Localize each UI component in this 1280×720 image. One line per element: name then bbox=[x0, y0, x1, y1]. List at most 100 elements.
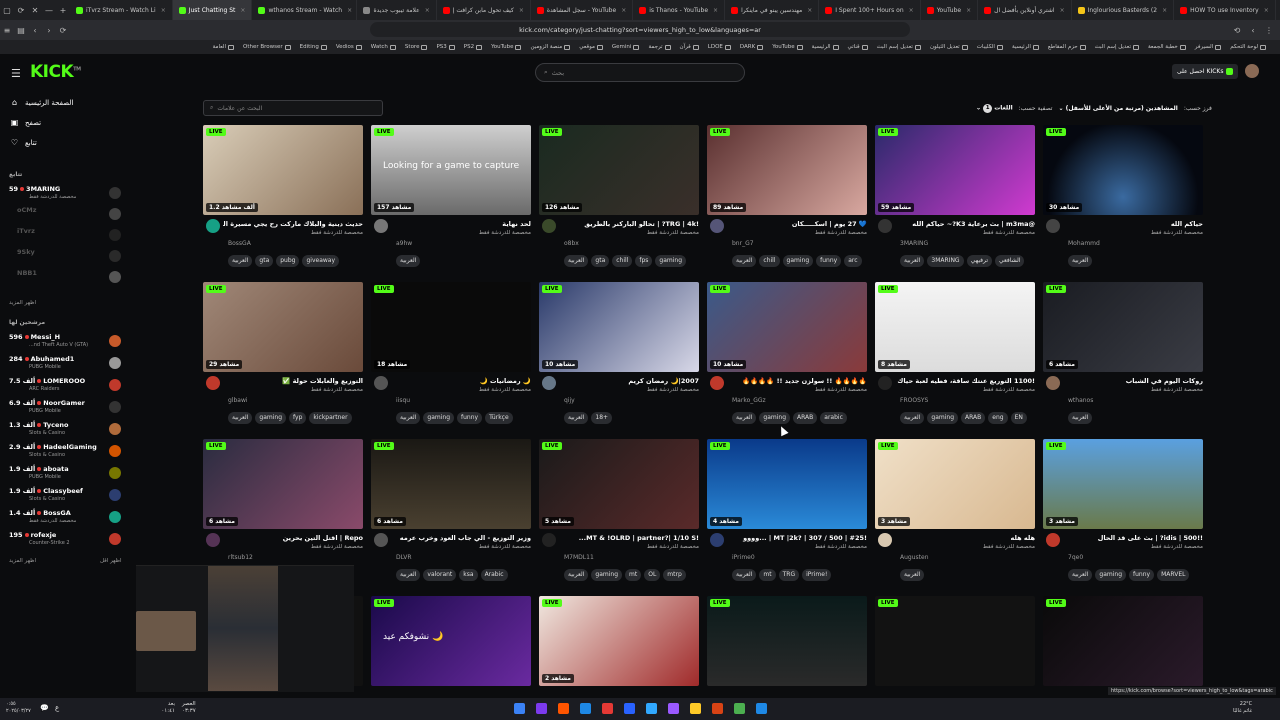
tag-chip[interactable]: العربية bbox=[396, 412, 421, 424]
stream-thumbnail[interactable]: LIVE 10 مشاهد bbox=[707, 282, 867, 372]
stream-thumbnail[interactable]: LIVE 29 مشاهد bbox=[203, 282, 363, 372]
stream-card[interactable]: LIVE 18 مشاهد 🌙 رمضانيات 🌙 مخصصة للدردشة فق… bbox=[371, 282, 531, 432]
bookmark-item[interactable]: خطبة الجمعة bbox=[1148, 44, 1186, 50]
streamer-avatar[interactable] bbox=[374, 219, 388, 233]
tag-chip[interactable]: gta bbox=[255, 255, 274, 267]
tab-close-icon[interactable]: × bbox=[1162, 7, 1167, 14]
sidebar-channel[interactable]: 284 Abuhamed1 PUBG Mobile bbox=[9, 355, 121, 375]
bookmark-item[interactable]: حزم المقاطع bbox=[1048, 44, 1086, 50]
streamer-avatar[interactable] bbox=[710, 533, 724, 547]
stream-thumbnail[interactable]: LIVE bbox=[707, 596, 867, 686]
browser-tab[interactable]: مهندسين يبنو في ماينكرا × bbox=[725, 0, 820, 20]
tag-chip[interactable]: TRG bbox=[778, 569, 800, 581]
taskbar-app-icon[interactable] bbox=[756, 703, 767, 714]
stream-card[interactable]: LIVE 126 مشاهد !TRG | 4k? | تحالو الباركنر… bbox=[539, 125, 699, 275]
get-kicks-button[interactable]: احصل على KICKs bbox=[1172, 64, 1239, 79]
tag-chip[interactable]: 18+ bbox=[591, 412, 613, 424]
tag-chip[interactable]: chill bbox=[759, 255, 780, 267]
bookmark-item[interactable]: PS3 bbox=[436, 44, 455, 50]
undo-icon[interactable]: ⟲ bbox=[1230, 26, 1244, 35]
browser-tab[interactable]: Just Chatting St × bbox=[172, 0, 253, 20]
bookmark-item[interactable]: YouTube bbox=[772, 44, 803, 50]
taskbar-app-icon[interactable] bbox=[602, 703, 613, 714]
tag-chip[interactable]: العربية bbox=[396, 569, 421, 581]
streamer-avatar[interactable] bbox=[878, 376, 892, 390]
browser-tab[interactable]: HOW TO use Inventory × bbox=[1174, 0, 1276, 20]
taskbar-app-icon[interactable] bbox=[712, 703, 723, 714]
stream-card[interactable]: LIVE 10 مشاهد 2007|🌙 رمضان كريم مخصصة للدرد… bbox=[539, 282, 699, 432]
stream-card[interactable]: LIVE 6 مشاهد وزير التوزيع - الي جاب العود … bbox=[371, 439, 531, 589]
stream-card[interactable]: LIVE 4 مشاهد !MT |2k? | 307 / 500 | #25 | … bbox=[707, 439, 867, 589]
bookmark-item[interactable]: موقعي bbox=[579, 44, 603, 50]
bookmark-item[interactable]: تعديل إسم البث bbox=[877, 44, 921, 50]
tag-chip[interactable]: العربية bbox=[564, 569, 589, 581]
notification-icon[interactable]: 💬 bbox=[40, 704, 49, 712]
browser-tab[interactable]: iTvrz Stream - Watch Li × bbox=[70, 0, 173, 20]
tab-close-icon[interactable]: × bbox=[909, 7, 914, 14]
tag-chip[interactable]: العربية bbox=[396, 255, 421, 267]
sidebar-channel[interactable]: 2.9 ألف HadeelGaming Slots & Casino bbox=[9, 443, 121, 463]
sidebar-channel[interactable]: 596 Messi_H ...nd Theft Auto V (GTA) bbox=[9, 333, 121, 353]
bookmark-item[interactable]: الكليبات bbox=[977, 44, 1003, 50]
streamer-avatar[interactable] bbox=[710, 376, 724, 390]
bookmark-item[interactable]: YouTube bbox=[491, 44, 522, 50]
streamer-avatar[interactable] bbox=[206, 376, 220, 390]
reload-icon[interactable]: ⟳ bbox=[56, 26, 70, 35]
stream-card[interactable]: LIVE Looking for a game to capture 157 مشا… bbox=[371, 125, 531, 275]
streamer-avatar[interactable] bbox=[542, 533, 556, 547]
stream-thumbnail[interactable]: LIVE 3 مشاهد bbox=[875, 439, 1035, 529]
tag-chip[interactable]: fps bbox=[635, 255, 653, 267]
bookmark-item[interactable]: لوحة التحكم bbox=[1230, 44, 1266, 50]
bookmark-item[interactable]: الرئيسية bbox=[1012, 44, 1039, 50]
sidebar-channel[interactable]: 1.3 ألف Tyceno Slots & Casino bbox=[9, 421, 121, 441]
bookmark-item[interactable]: Editing bbox=[300, 44, 327, 50]
tag-chip[interactable]: 3MARING bbox=[927, 255, 964, 267]
sidebar-channel[interactable]: 6.9 ألف NoorGamer PUBG Mobile bbox=[9, 399, 121, 419]
tag-chip[interactable]: gaming bbox=[255, 412, 287, 424]
stream-card[interactable]: LIVE 89 مشاهد 💙 27 يوم | اسكـــــكان مخصصة … bbox=[707, 125, 867, 275]
minimize-icon[interactable]: — bbox=[42, 6, 56, 15]
streamer-avatar[interactable] bbox=[374, 533, 388, 547]
tag-chip[interactable]: gaming bbox=[423, 412, 455, 424]
stream-thumbnail[interactable]: LIVE 18 مشاهد bbox=[371, 282, 531, 372]
tag-chip[interactable]: العربية bbox=[228, 255, 253, 267]
tag-chip[interactable]: العربية bbox=[900, 255, 925, 267]
stream-card[interactable]: LIVE 8 مشاهد !1100 التوريع عنتك ساقة، فطيه… bbox=[875, 282, 1035, 432]
browser-tab[interactable]: كيف تحول مابن كرافت إ × bbox=[437, 0, 531, 20]
url-field[interactable]: kick.com/category/just-chatting?sort=vie… bbox=[370, 22, 910, 37]
tag-chip[interactable]: العربية bbox=[228, 412, 253, 424]
stream-card[interactable]: LIVE bbox=[1043, 596, 1203, 691]
tag-chip[interactable]: gaming bbox=[591, 569, 623, 581]
tab-close-icon[interactable]: × bbox=[966, 7, 971, 14]
tag-chip[interactable]: العربية bbox=[1068, 255, 1093, 267]
clock[interactable]: ٠:٥٥ ٢٠٢٥/٠٣/٢٧ bbox=[6, 701, 31, 715]
reload-tab-icon[interactable]: ⟳ bbox=[14, 6, 28, 15]
tag-chip[interactable]: iPrime! bbox=[802, 569, 832, 581]
back-icon[interactable]: ‹ bbox=[28, 26, 42, 35]
tag-chip[interactable]: العربية bbox=[900, 412, 925, 424]
streamer-avatar[interactable] bbox=[542, 376, 556, 390]
tag-chip[interactable]: pubg bbox=[276, 255, 300, 267]
sidebar-channel[interactable]: 1.9 ألف Classybeef Slots & Casino bbox=[9, 487, 121, 507]
tag-chip[interactable]: giveaway bbox=[302, 255, 340, 267]
tag-chip[interactable]: OL bbox=[644, 569, 661, 581]
close-window-icon[interactable]: ✕ bbox=[28, 6, 42, 15]
stream-thumbnail[interactable]: LIVE 4 مشاهد bbox=[707, 439, 867, 529]
sidebar-channel[interactable]: iTvrz bbox=[9, 227, 121, 247]
tag-chip[interactable]: mtrp bbox=[663, 569, 686, 581]
tag-chip[interactable]: funny bbox=[457, 412, 483, 424]
bookmark-item[interactable]: Vedios bbox=[336, 44, 362, 50]
tag-chip[interactable]: gaming bbox=[782, 255, 814, 267]
tab-close-icon[interactable]: × bbox=[1060, 7, 1065, 14]
hamburger-menu-icon[interactable]: ☰ bbox=[11, 67, 21, 80]
bookmark-item[interactable]: DARK bbox=[740, 44, 764, 50]
sidebar-channel[interactable]: 59 3MARING مخصصة للدردشة فقط bbox=[9, 185, 121, 205]
stream-thumbnail[interactable]: LIVE bbox=[875, 596, 1035, 686]
tag-chip[interactable]: ARAB bbox=[793, 412, 818, 424]
tag-chip[interactable]: gaming bbox=[759, 412, 791, 424]
stream-thumbnail[interactable]: LIVE 1.2 ألف مشاهد bbox=[203, 125, 363, 215]
tag-chip[interactable]: ksa bbox=[459, 569, 478, 581]
tag-search-input[interactable]: ⌕ البحث عن علامات bbox=[203, 100, 383, 116]
streamer-avatar[interactable] bbox=[542, 219, 556, 233]
streamer-avatar[interactable] bbox=[206, 533, 220, 547]
